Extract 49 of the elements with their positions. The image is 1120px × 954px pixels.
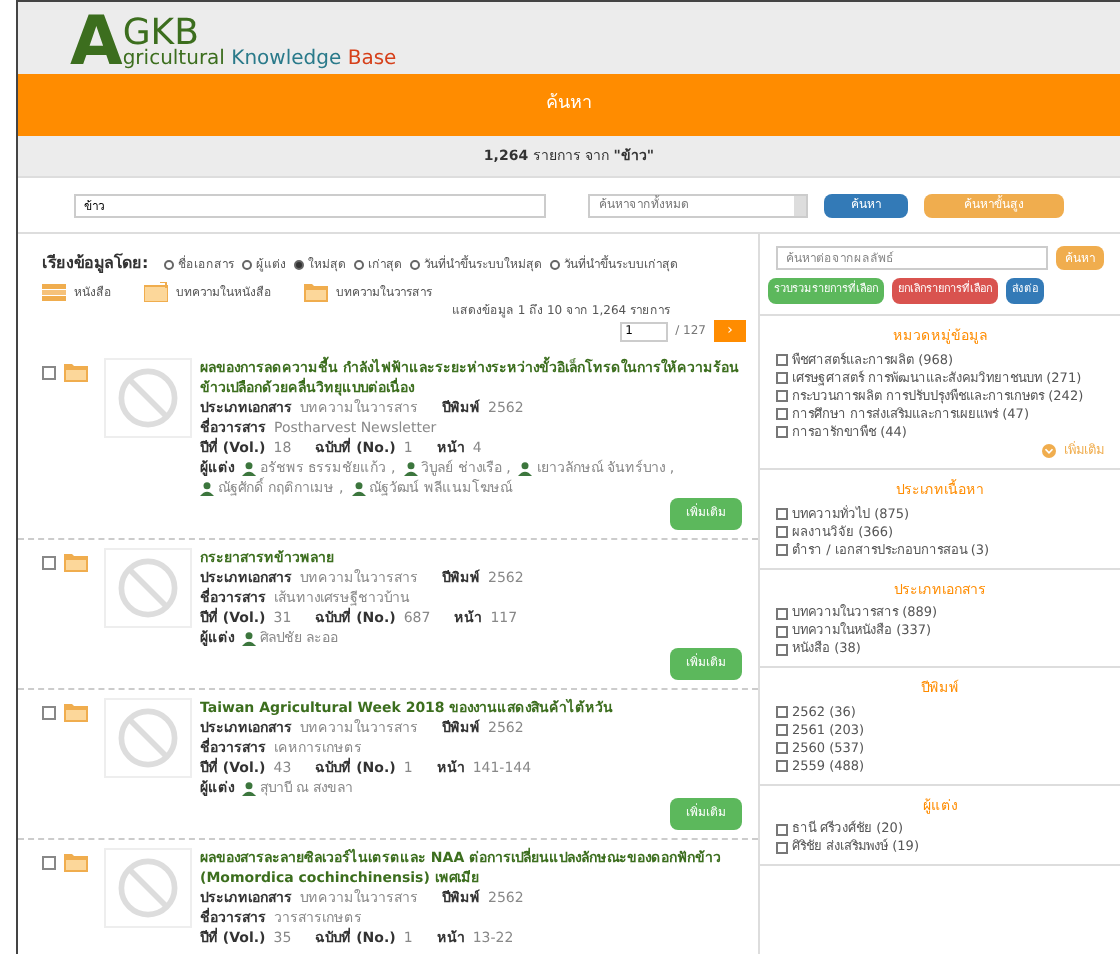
- person-icon: [242, 631, 256, 645]
- facet-checkbox[interactable]: [776, 823, 788, 836]
- facet-checkbox[interactable]: [776, 354, 788, 366]
- folder-icon: [304, 282, 328, 302]
- facet-checkbox[interactable]: [776, 526, 788, 539]
- facet-checkbox[interactable]: [776, 643, 788, 656]
- facet-checkbox[interactable]: [776, 625, 788, 638]
- select-checkbox[interactable]: [42, 856, 56, 870]
- folder-icon: [64, 852, 88, 872]
- facet-checkbox[interactable]: [776, 426, 788, 438]
- facet-checkbox[interactable]: [776, 607, 788, 620]
- banner-title: ค้นหา: [546, 91, 592, 118]
- dropdown-icon: [794, 195, 807, 215]
- person-icon: [242, 781, 256, 795]
- person-icon: [518, 461, 533, 475]
- document-icon: [144, 282, 168, 302]
- chevron-down-icon: [1042, 443, 1056, 458]
- folder-icon: [64, 702, 88, 722]
- no-image-icon: [104, 548, 192, 628]
- folder-icon: [64, 552, 88, 572]
- person-icon: [351, 481, 366, 495]
- person-icon: [403, 461, 418, 475]
- facet-checkbox[interactable]: [776, 841, 788, 854]
- sort-label: เรียงข้อมูลโดย:: [42, 252, 149, 276]
- facet-checkbox[interactable]: [776, 724, 788, 737]
- facet-checkbox[interactable]: [776, 544, 788, 557]
- facet-checkbox[interactable]: [776, 408, 788, 420]
- select-checkbox[interactable]: [42, 706, 56, 720]
- no-image-icon: [104, 848, 192, 928]
- facet-checkbox[interactable]: [776, 760, 788, 773]
- sort-radio[interactable]: [242, 259, 253, 269]
- sort-radio[interactable]: [294, 259, 305, 269]
- facet-checkbox[interactable]: [776, 706, 788, 719]
- sort-radio[interactable]: [410, 259, 421, 269]
- no-image-icon: [104, 698, 192, 778]
- facet-checkbox[interactable]: [776, 742, 788, 755]
- facet-checkbox[interactable]: [776, 390, 788, 402]
- select-checkbox[interactable]: [42, 366, 56, 380]
- sort-radio[interactable]: [354, 259, 365, 269]
- book-stack-icon: [42, 282, 66, 302]
- sort-radio[interactable]: [550, 259, 561, 269]
- select-checkbox[interactable]: [42, 556, 56, 570]
- no-image-icon: [104, 358, 192, 438]
- facet-checkbox[interactable]: [776, 508, 788, 521]
- person-icon: [242, 461, 256, 475]
- sort-radio[interactable]: [164, 259, 175, 269]
- facet-checkbox[interactable]: [776, 372, 788, 384]
- folder-icon: [64, 362, 88, 382]
- person-icon: [200, 481, 214, 495]
